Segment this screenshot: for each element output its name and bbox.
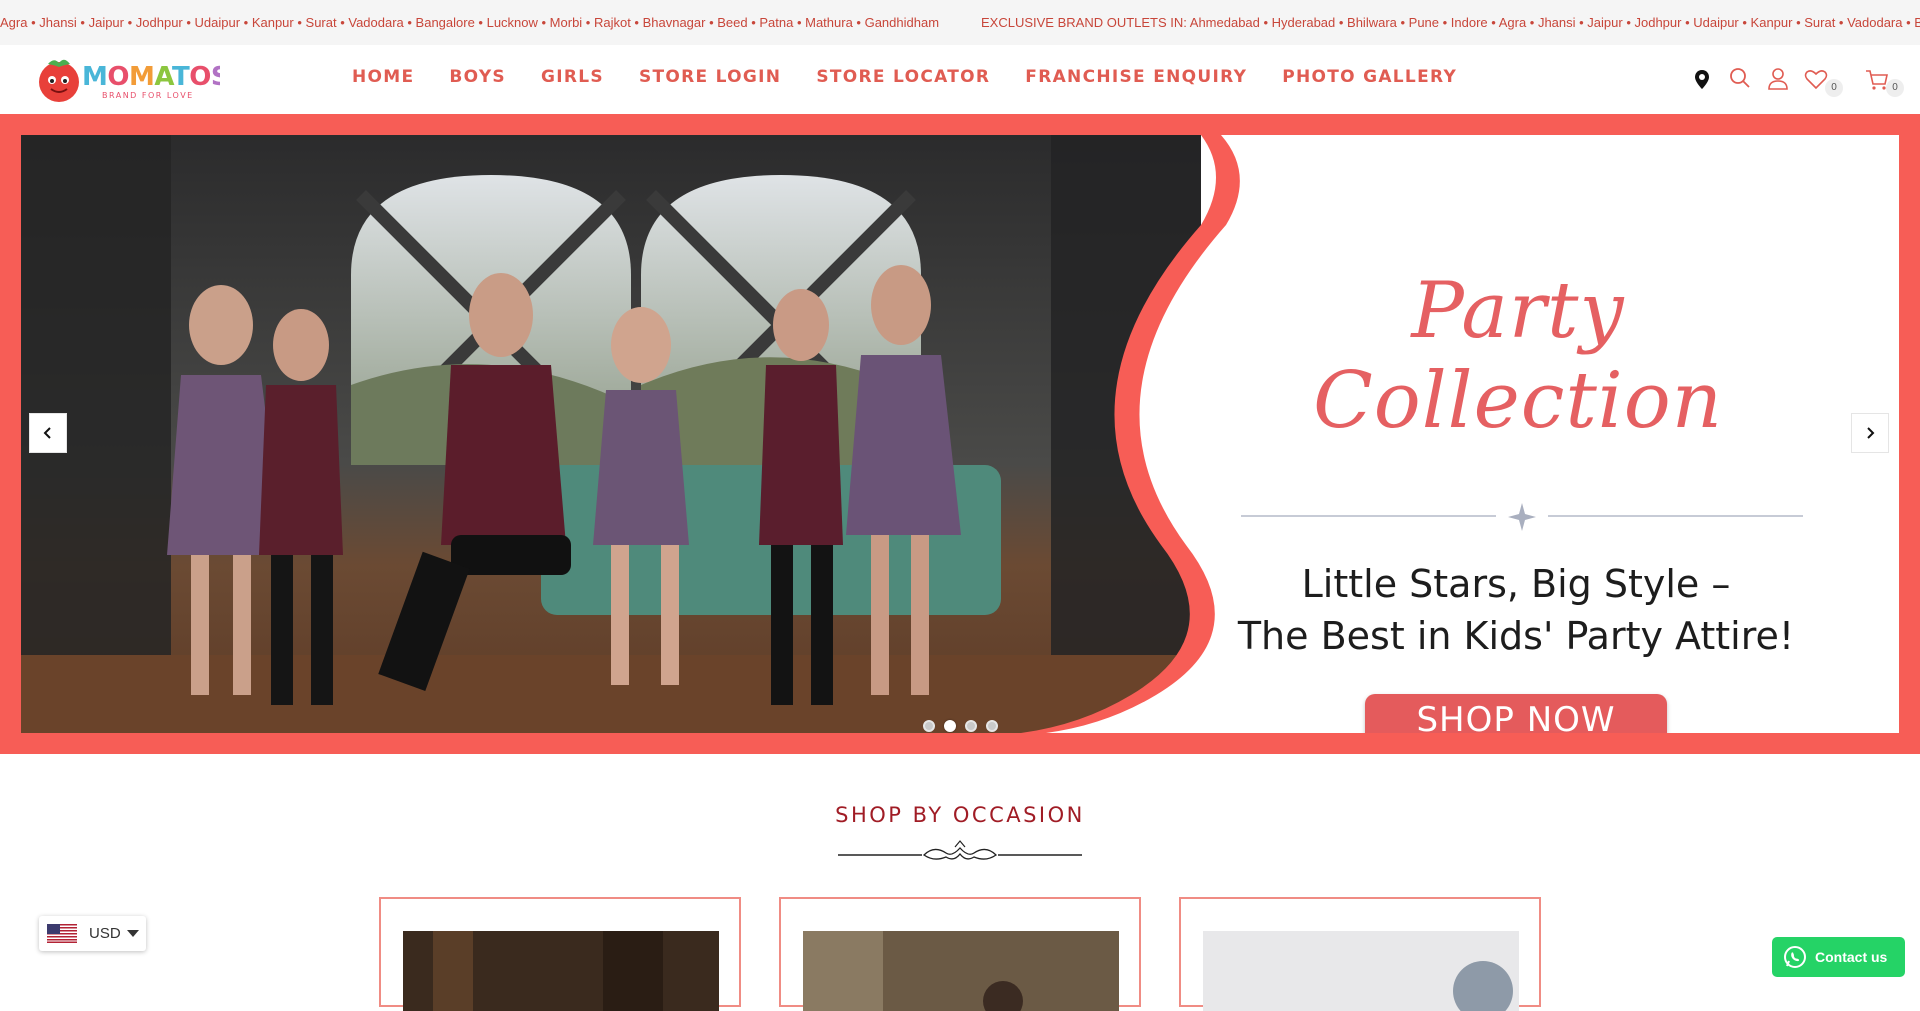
currency-selector[interactable]: USD	[39, 916, 146, 951]
wishlist-count: 0	[1825, 79, 1843, 97]
search-icon[interactable]	[1726, 65, 1754, 93]
whatsapp-label: Contact us	[1815, 949, 1888, 965]
chevron-left-icon	[43, 427, 51, 439]
nav-store-locator[interactable]: STORE LOCATOR	[816, 67, 990, 87]
whatsapp-icon	[1784, 946, 1806, 968]
ornament-divider-icon	[838, 840, 1082, 860]
caret-down-icon	[127, 930, 139, 937]
section-title: SHOP BY OCCASION	[835, 803, 1085, 827]
slide-dots	[923, 720, 998, 732]
whatsapp-contact-button[interactable]: Contact us	[1772, 937, 1905, 977]
hero-banner: Party Collection Little Stars, Big Style…	[0, 114, 1920, 754]
hero-tagline-line2: The Best in Kids' Party Attire!	[1237, 614, 1795, 658]
nav-store-login[interactable]: STORE LOGIN	[639, 67, 781, 87]
main-nav: HOME BOYS GIRLS STORE LOGIN STORE LOCATO…	[352, 67, 1492, 87]
user-icon[interactable]	[1764, 65, 1792, 93]
cart-count: 0	[1886, 79, 1904, 97]
occasion-image	[1203, 931, 1519, 1011]
header-actions: 0 0	[1660, 65, 1920, 97]
hero-tagline: Little Stars, Big Style – The Best in Ki…	[1228, 558, 1804, 662]
chevron-right-icon	[1867, 427, 1875, 439]
slide-dot-2[interactable]	[944, 720, 956, 732]
brand-logo[interactable]: MOMATOS BRAND FOR LOVE	[34, 51, 230, 107]
nav-home[interactable]: HOME	[352, 67, 414, 87]
prev-slide-button[interactable]	[29, 413, 67, 453]
slide-dot-3[interactable]	[965, 720, 977, 732]
hero-slide[interactable]: Party Collection Little Stars, Big Style…	[21, 135, 1899, 733]
nav-girls[interactable]: GIRLS	[541, 67, 604, 87]
nav-boys[interactable]: BOYS	[449, 67, 506, 87]
announcement-ticker: Agra • Jhansi • Jaipur • Jodhpur • Udaip…	[0, 0, 1920, 45]
ticker-text-right: EXCLUSIVE BRAND OUTLETS IN: Ahmedabad • …	[981, 15, 1920, 30]
svg-text:MOMATOS: MOMATOS	[82, 62, 220, 92]
shop-now-button[interactable]: SHOP NOW	[1365, 694, 1667, 733]
nav-photo-gallery[interactable]: PHOTO GALLERY	[1282, 67, 1457, 87]
slide-dot-1[interactable]	[923, 720, 935, 732]
occasion-image	[803, 931, 1119, 1011]
nav-franchise-enquiry[interactable]: FRANCHISE ENQUIRY	[1025, 67, 1247, 87]
next-slide-button[interactable]	[1851, 413, 1889, 453]
ticker-text-left: Agra • Jhansi • Jaipur • Jodhpur • Udaip…	[0, 15, 940, 30]
hero-title: Party Collection	[1313, 266, 1723, 446]
slide-dot-4[interactable]	[986, 720, 998, 732]
site-header: MOMATOS BRAND FOR LOVE HOME BOYS GIRLS S…	[0, 45, 1920, 114]
location-pin-icon[interactable]	[1688, 65, 1716, 93]
hero-tagline-line1: Little Stars, Big Style –	[1301, 562, 1731, 606]
occasion-card[interactable]	[779, 897, 1141, 1011]
occasion-image	[403, 931, 719, 1011]
us-flag-icon	[47, 924, 77, 943]
hero-divider-right	[1548, 515, 1803, 517]
occasion-card[interactable]	[379, 897, 741, 1011]
currency-code: USD	[89, 925, 121, 942]
hero-divider-left	[1241, 515, 1496, 517]
star-icon	[1508, 503, 1536, 531]
occasion-card[interactable]	[1179, 897, 1541, 1011]
brand-tagline: BRAND FOR LOVE	[102, 91, 194, 100]
